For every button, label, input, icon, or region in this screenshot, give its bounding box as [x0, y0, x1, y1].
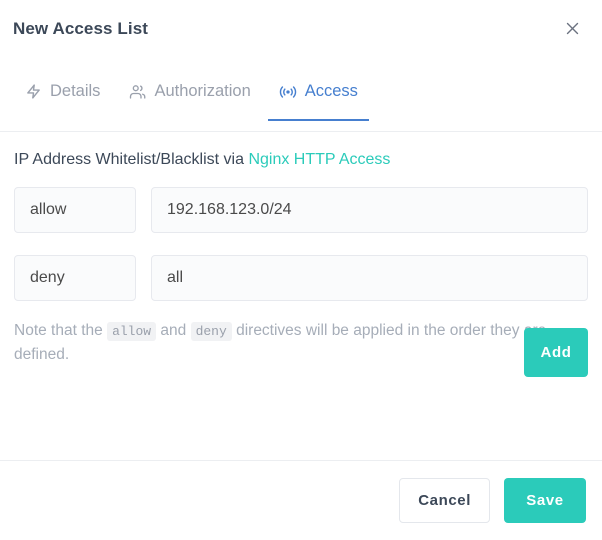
note-part-2: and: [156, 321, 191, 339]
rule-directive-select-1[interactable]: [14, 254, 136, 301]
directive-order-note: Note that the allow and deny directives …: [14, 319, 588, 367]
nginx-http-access-link[interactable]: Nginx HTTP Access: [248, 151, 390, 168]
tab-details[interactable]: Details: [10, 75, 114, 120]
tab-authorization[interactable]: Authorization: [114, 75, 264, 120]
users-icon: [128, 82, 147, 101]
modal-body: IP Address Whitelist/Blacklist via Nginx…: [0, 132, 602, 460]
note-code-deny: deny: [190, 321, 232, 341]
rule-directive-select-wrapper: [14, 186, 136, 233]
tab-authorization-label: Authorization: [154, 82, 251, 100]
close-icon[interactable]: [558, 14, 586, 42]
save-button[interactable]: Save: [504, 478, 586, 523]
rule-value-input-1[interactable]: [151, 254, 588, 301]
add-button-row: Add: [524, 328, 588, 377]
tab-bar: Details Authorization Access: [0, 57, 602, 132]
page-title: New Access List: [13, 19, 149, 38]
rule-row: [14, 186, 588, 233]
access-description-text: IP Address Whitelist/Blacklist via: [14, 151, 249, 168]
new-access-list-modal: New Access List Details Authorization Ac…: [0, 0, 602, 540]
modal-header: New Access List: [0, 0, 602, 57]
rule-directive-select-0[interactable]: [14, 186, 136, 233]
tab-details-label: Details: [50, 82, 101, 100]
broadcast-icon: [279, 82, 298, 101]
access-description: IP Address Whitelist/Blacklist via Nginx…: [14, 150, 588, 171]
tab-access-label: Access: [304, 82, 358, 100]
bolt-icon: [24, 82, 43, 101]
modal-footer: Cancel Save: [0, 460, 602, 540]
tab-access[interactable]: Access: [265, 75, 372, 121]
note-code-allow: allow: [107, 321, 157, 341]
rule-directive-select-wrapper: [14, 254, 136, 301]
cancel-button[interactable]: Cancel: [399, 478, 490, 523]
add-button[interactable]: Add: [524, 328, 588, 377]
note-part-1: Note that the: [14, 321, 108, 339]
rule-value-input-0[interactable]: [151, 186, 588, 233]
rule-row: [14, 254, 588, 301]
